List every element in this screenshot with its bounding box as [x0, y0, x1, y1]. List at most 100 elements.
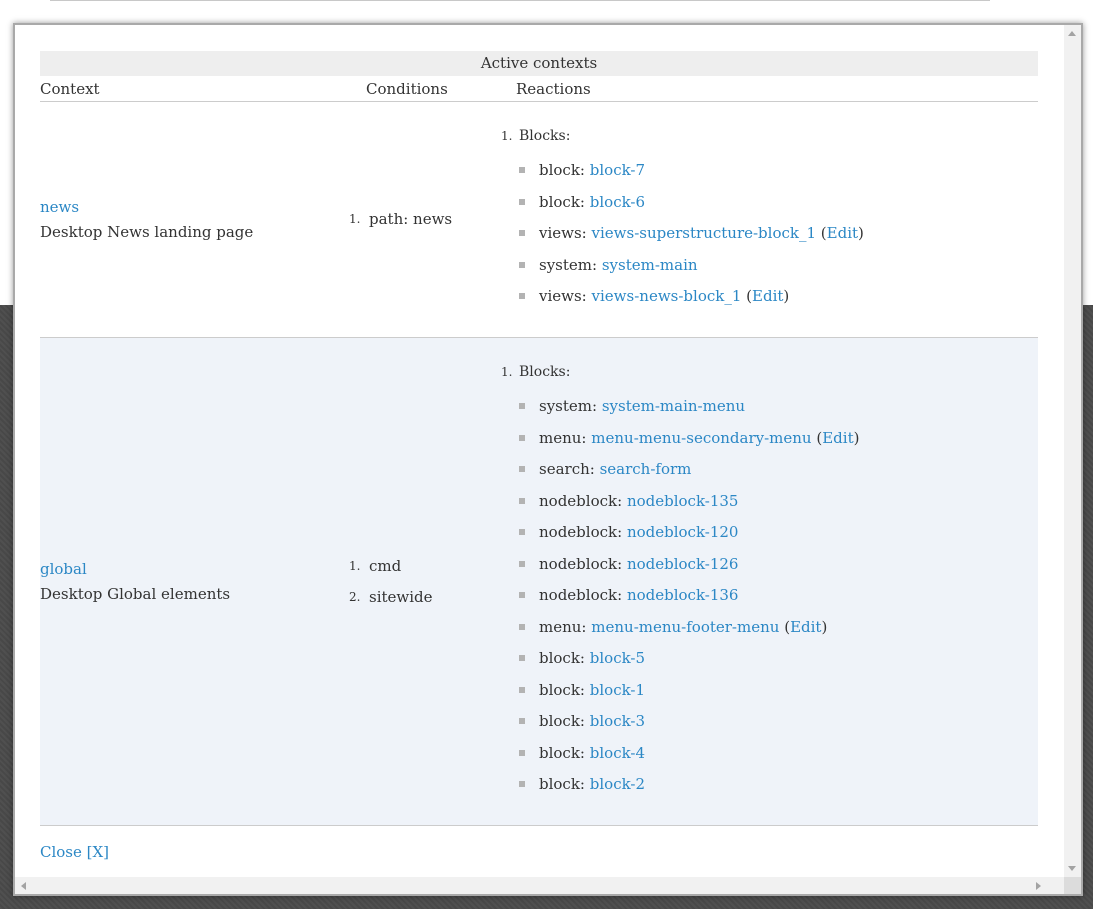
block-link[interactable]: search-form — [600, 460, 692, 478]
block-link[interactable]: block-7 — [590, 161, 645, 179]
square-bullet-icon — [519, 718, 525, 725]
reaction-number: 1. — [501, 365, 513, 380]
scroll-right-arrow-icon[interactable] — [1036, 882, 1041, 890]
horizontal-scrollbar[interactable] — [15, 877, 1064, 894]
square-bullet-icon — [519, 749, 525, 756]
scroll-left-arrow-icon[interactable] — [21, 882, 26, 890]
square-bullet-icon — [519, 623, 525, 630]
reaction-title-label: Blocks: — [519, 364, 571, 381]
block-item: search: search-form — [516, 454, 1038, 486]
block-link[interactable]: views-news-block_1 — [592, 287, 742, 305]
context-description: Desktop Global elements — [40, 584, 231, 603]
page-divider — [50, 0, 990, 1]
column-header-context: Context — [40, 76, 366, 102]
reactions-cell: 1. Blocks: block: block-7 block: block-6 vie… — [501, 101, 1038, 338]
square-bullet-icon — [519, 529, 525, 536]
block-type: block: — [539, 680, 585, 699]
block-link[interactable]: views-superstructure-block_1 — [592, 224, 817, 242]
edit-link[interactable]: Edit — [790, 618, 821, 636]
square-bullet-icon — [519, 497, 525, 504]
block-link[interactable]: nodeblock-135 — [627, 492, 739, 510]
table-caption: Active contexts — [40, 51, 1038, 76]
square-bullet-icon — [519, 592, 525, 599]
condition-item: 1. path: news — [349, 204, 516, 235]
square-bullet-icon — [519, 466, 525, 473]
block-link[interactable]: nodeblock-120 — [627, 523, 739, 541]
block-link[interactable]: nodeblock-126 — [627, 555, 739, 573]
block-link[interactable]: menu-menu-footer-menu — [591, 618, 779, 636]
reaction-title: 1. Blocks: — [501, 126, 1038, 146]
active-contexts-dialog: Active contexts Context Conditions React… — [13, 23, 1083, 896]
reactions-list: 1. Blocks: system: system-main-menu menu: m… — [501, 362, 1038, 801]
square-bullet-icon — [519, 655, 525, 662]
context-description: Desktop News landing page — [40, 222, 254, 241]
block-item: block: block-3 — [516, 706, 1038, 738]
block-type: block: — [539, 192, 585, 211]
square-bullet-icon — [519, 434, 525, 441]
block-item: nodeblock: nodeblock-126 — [516, 549, 1038, 581]
conditions-cell: 1. cmd 2. sitewide — [349, 337, 516, 826]
block-link[interactable]: block-2 — [590, 775, 645, 793]
condition-label: path: news — [369, 210, 453, 228]
square-bullet-icon — [519, 293, 525, 300]
block-item: block: block-6 — [516, 187, 1038, 219]
context-name-link[interactable]: global — [40, 557, 366, 582]
block-type: block: — [539, 161, 585, 180]
block-type: nodeblock: — [539, 554, 623, 573]
block-link[interactable]: nodeblock-136 — [627, 586, 739, 604]
reaction-title: 1. Blocks: — [501, 362, 1038, 382]
block-type: system: — [539, 397, 598, 416]
block-item: nodeblock: nodeblock-120 — [516, 517, 1038, 549]
conditions-list: 1. path: news — [349, 204, 516, 235]
block-type: block: — [539, 712, 585, 731]
block-type: menu: — [539, 617, 587, 636]
square-bullet-icon — [519, 781, 525, 788]
square-bullet-icon — [519, 198, 525, 205]
block-item: block: block-7 — [516, 155, 1038, 187]
reaction-number: 1. — [501, 129, 513, 144]
block-link[interactable]: block-5 — [590, 649, 645, 667]
block-item: block: block-2 — [516, 769, 1038, 801]
edit-link[interactable]: Edit — [822, 429, 853, 447]
vertical-scrollbar[interactable] — [1064, 25, 1081, 877]
condition-number: 1. — [349, 212, 361, 226]
context-row-0: news Desktop News landing page 1. path: new… — [40, 101, 1038, 338]
table-header-row: Context Conditions Reactions — [40, 76, 1038, 102]
blocks-list: system: system-main-menu menu: menu-menu-… — [516, 391, 1038, 801]
block-type: search: — [539, 460, 595, 479]
scroll-down-arrow-icon[interactable] — [1068, 866, 1076, 871]
scroll-up-arrow-icon[interactable] — [1068, 31, 1076, 36]
edit-link[interactable]: Edit — [752, 287, 783, 305]
active-contexts-table: Active contexts Context Conditions React… — [40, 51, 1038, 826]
block-link[interactable]: block-1 — [590, 681, 645, 699]
block-item: system: system-main — [516, 250, 1038, 282]
block-link[interactable]: block-6 — [590, 193, 645, 211]
scrollbar-corner — [1064, 877, 1081, 894]
square-bullet-icon — [519, 261, 525, 268]
block-item: nodeblock: nodeblock-135 — [516, 486, 1038, 518]
block-type: views: — [539, 287, 587, 306]
blocks-list: block: block-7 block: block-6 views: views… — [516, 155, 1038, 313]
block-type: nodeblock: — [539, 491, 623, 510]
block-item: views: views-superstructure-block_1 (Edi… — [516, 218, 1038, 250]
context-name-link[interactable]: news — [40, 195, 366, 220]
conditions-list: 1. cmd 2. sitewide — [349, 551, 516, 613]
edit-link[interactable]: Edit — [827, 224, 858, 242]
reactions-cell: 1. Blocks: system: system-main-menu menu: m… — [501, 337, 1038, 826]
block-type: nodeblock: — [539, 523, 623, 542]
block-link[interactable]: system-main — [602, 256, 698, 274]
conditions-cell: 1. path: news — [349, 101, 516, 338]
square-bullet-icon — [519, 167, 525, 174]
context-cell: news Desktop News landing page — [40, 101, 366, 338]
square-bullet-icon — [519, 403, 525, 410]
block-link[interactable]: block-4 — [590, 744, 645, 762]
block-type: block: — [539, 649, 585, 668]
dialog-scroll-area[interactable]: Active contexts Context Conditions React… — [15, 25, 1064, 877]
block-link[interactable]: menu-menu-secondary-menu — [591, 429, 811, 447]
block-item: nodeblock: nodeblock-136 — [516, 580, 1038, 612]
block-item: block: block-5 — [516, 643, 1038, 675]
block-item: system: system-main-menu — [516, 391, 1038, 423]
close-button[interactable]: Close [X] — [40, 843, 109, 861]
block-link[interactable]: block-3 — [590, 712, 645, 730]
block-link[interactable]: system-main-menu — [602, 397, 745, 415]
